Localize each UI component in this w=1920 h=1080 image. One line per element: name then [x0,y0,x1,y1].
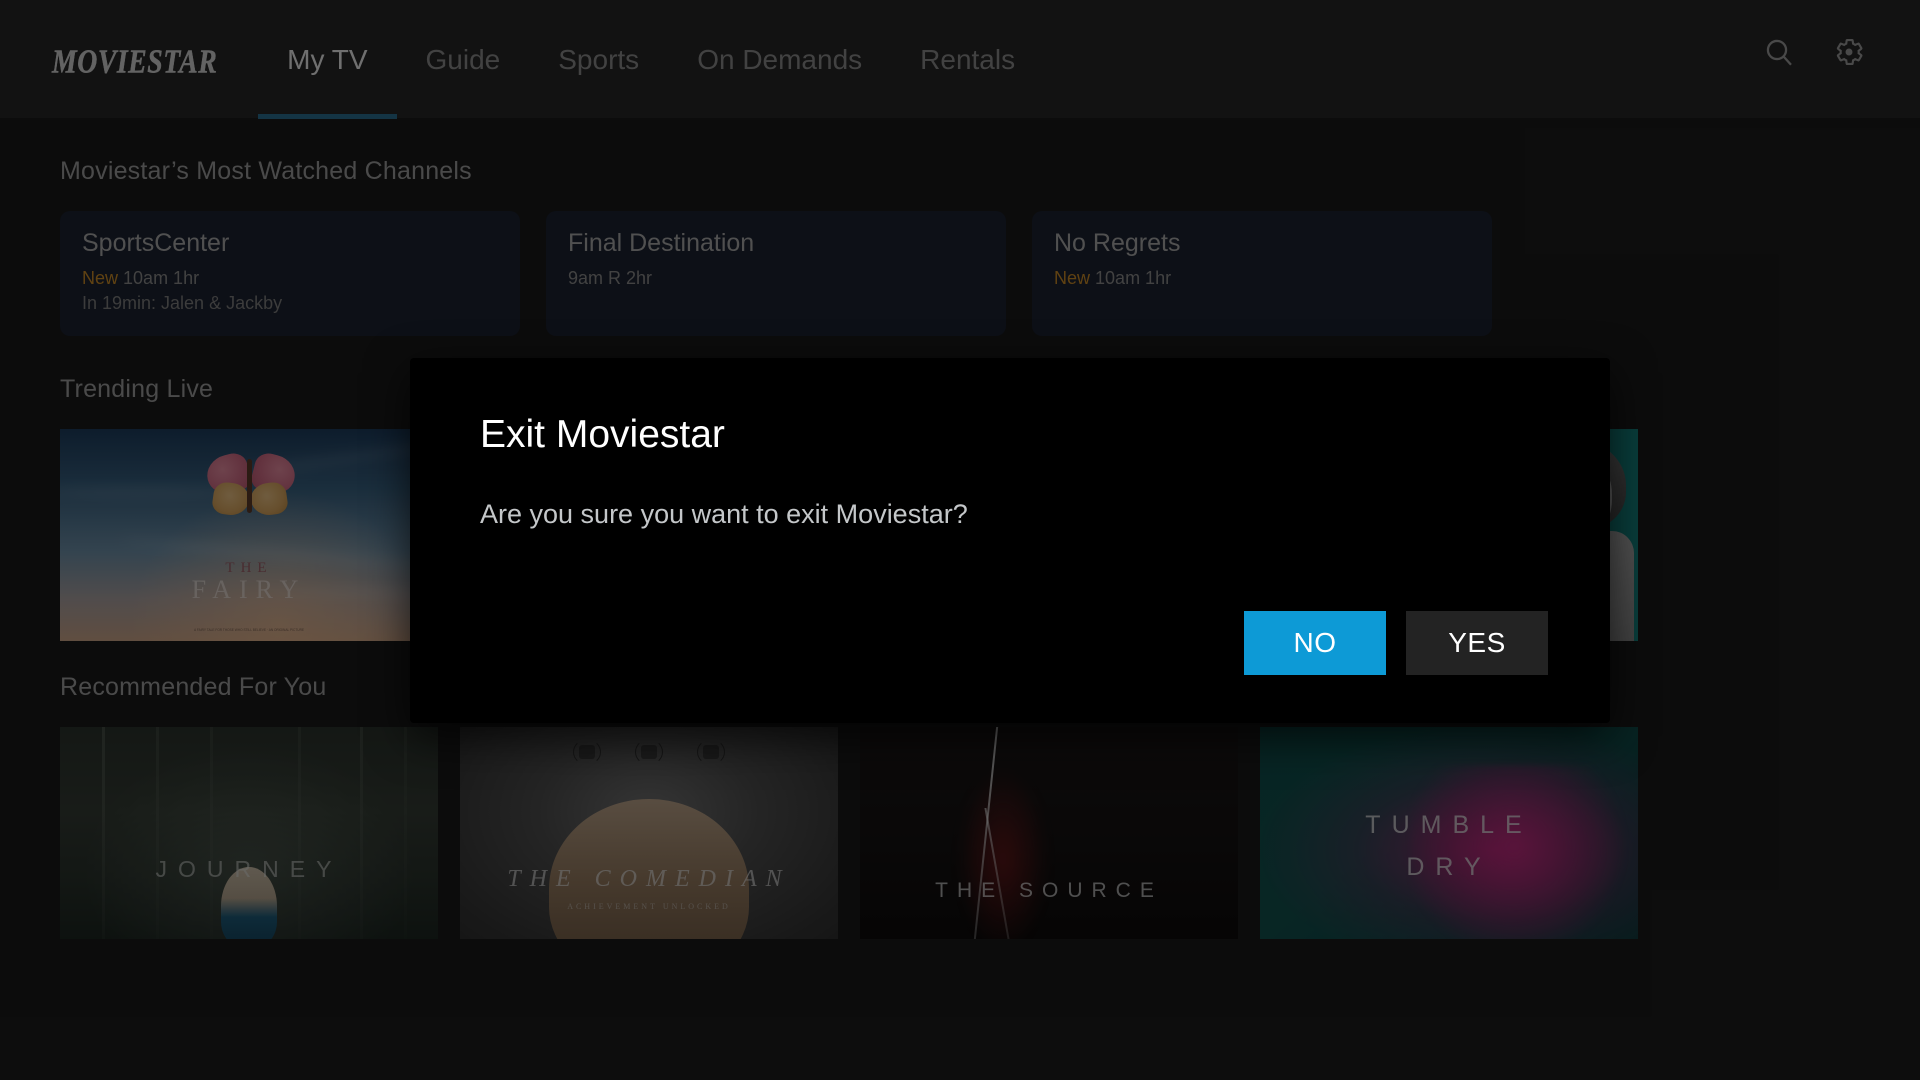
tab-sports-label: Sports [558,44,640,75]
channel-meta: New 10am 1hr [1054,268,1470,289]
yes-button[interactable]: YES [1406,611,1548,675]
channel-time: 10am 1hr [123,267,200,288]
active-tab-underline [258,114,397,119]
channel-next-up: In 19min: Jalen & Jackby [82,292,283,313]
top-navigation-bar: MOVIESTAR My TV Guide Sports On Demands … [0,0,1920,119]
channel-meta: 9am R 2hr [568,268,984,289]
tab-my-tv-label: My TV [287,44,368,75]
tab-sports[interactable]: Sports [529,46,668,74]
dialog-title: Exit Moviestar [480,413,725,456]
app-root: MOVIESTAR My TV Guide Sports On Demands … [0,0,1920,1080]
poster-title: THE SOURCE [935,879,1163,902]
tab-rentals[interactable]: Rentals [891,46,1044,74]
poster-title: THE FAIRY [191,560,307,604]
badge-new: New [82,267,119,288]
poster-the-source[interactable]: THE SOURCE [860,727,1238,939]
app-logo[interactable]: MOVIESTAR [52,45,217,80]
tab-my-tv[interactable]: My TV [258,44,397,119]
section-title-most-watched: Moviestar’s Most Watched Channels [60,157,472,185]
poster-tumble-dry[interactable]: TUMBLE DRY [1260,727,1638,939]
exit-confirmation-dialog: Exit Moviestar Are you sure you want to … [410,358,1610,723]
channel-meta: New 10am 1hr [82,268,498,289]
poster-the-fairy[interactable]: THE FAIRY A FAIRY TALE FOR THOSE WHO STI… [60,429,438,641]
poster-artwork: TUMBLE DRY [1260,727,1638,939]
channel-card-sportscenter[interactable]: SportsCenter New 10am 1hr In 19min: Jale… [60,211,520,336]
tab-on-demands[interactable]: On Demands [668,46,891,74]
poster-credits: A FAIRY TALE FOR THOSE WHO STILL BELIEVE… [194,628,304,633]
nav-tabs: My TV Guide Sports On Demands Rentals [258,0,1044,119]
poster-artwork: JOURNEY [60,727,438,939]
channel-time: 9am R 2hr [568,267,653,288]
no-button[interactable]: NO [1244,611,1386,675]
channel-time: 10am 1hr [1095,267,1172,288]
most-watched-channel-row: SportsCenter New 10am 1hr In 19min: Jale… [60,211,1920,336]
dialog-message: Are you sure you want to exit Moviestar? [480,498,968,529]
channel-name: No Regrets [1054,229,1181,257]
dialog-action-row: NO YES [1244,611,1548,675]
nav-icon-group [1763,36,1865,68]
poster-subtitle: ACHIEVEMENT UNLOCKED [567,902,731,911]
badge-new: New [1054,267,1091,288]
recommended-row: JOURNEY THE COMEDIAN ACHIEVEMENT UNLOCKE… [60,727,1920,939]
tab-guide[interactable]: Guide [397,46,530,74]
poster-the-comedian[interactable]: THE COMEDIAN ACHIEVEMENT UNLOCKED [460,727,838,939]
gear-icon[interactable] [1833,36,1865,68]
channel-card-no-regrets[interactable]: No Regrets New 10am 1hr [1032,211,1492,336]
poster-artwork: THE SOURCE [860,727,1238,939]
award-laurels [460,739,838,765]
search-icon[interactable] [1763,36,1795,68]
tab-on-demands-label: On Demands [697,44,863,75]
poster-artwork: THE FAIRY A FAIRY TALE FOR THOSE WHO STI… [60,429,438,641]
channel-card-final-destination[interactable]: Final Destination 9am R 2hr [546,211,1006,336]
channel-name: SportsCenter [82,229,230,257]
channel-name: Final Destination [568,229,755,257]
tab-guide-label: Guide [425,44,501,75]
poster-journey[interactable]: JOURNEY [60,727,438,939]
tab-rentals-label: Rentals [920,44,1016,75]
poster-artwork: THE COMEDIAN ACHIEVEMENT UNLOCKED [460,727,838,939]
